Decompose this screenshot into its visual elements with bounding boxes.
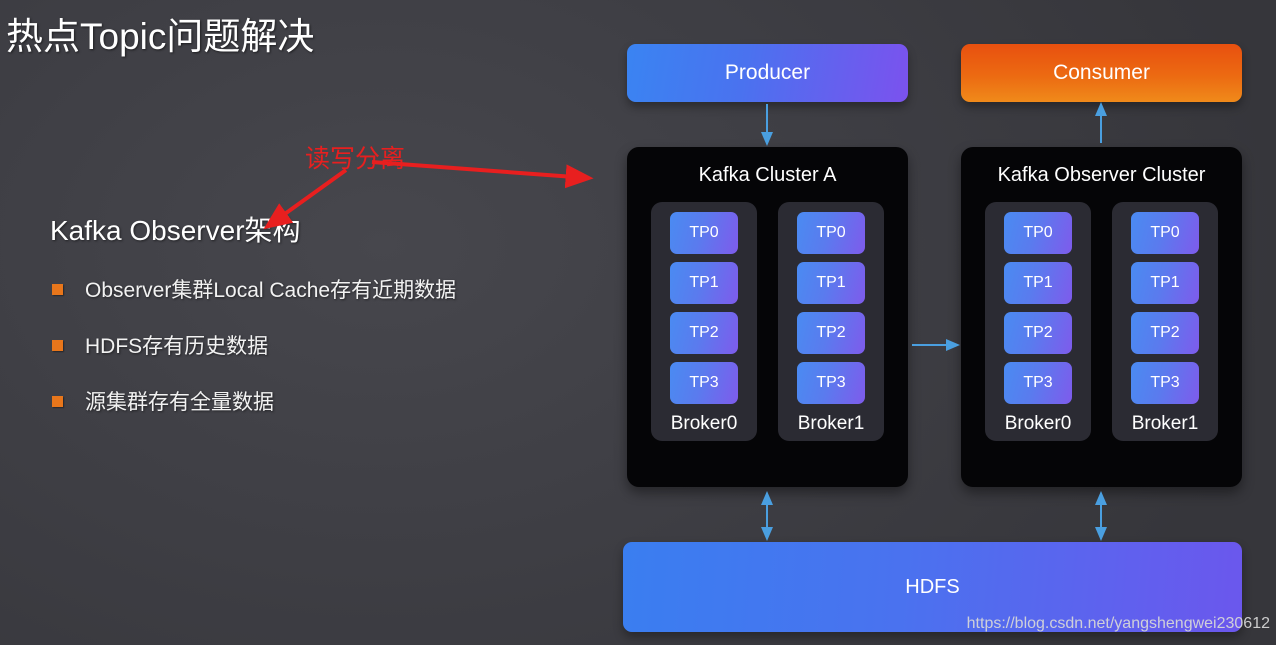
partition-box: TP0 [1004,212,1072,254]
producer-label: Producer [724,61,811,84]
broker-list: TP0 TP1 TP2 TP3 Broker0 TP0 TP1 TP2 TP3 … [627,202,908,441]
partition-box: TP0 [670,212,738,254]
list-item-label: HDFS存有历史数据 [85,335,269,358]
list-item-label: 源集群存有全量数据 [85,391,274,414]
partition-box: TP2 [670,312,738,354]
partition-box: TP3 [1131,362,1199,404]
broker-node: TP0 TP1 TP2 TP3 Broker1 [778,202,884,441]
list-item: Observer集群Local Cache存有近期数据 [52,274,456,304]
cluster-title: Kafka Observer Cluster [997,164,1206,186]
cluster-title: Kafka Cluster A [698,164,837,186]
slide-canvas: 热点Topic问题解决 Kafka Observer架构 Observer集群L… [0,0,1276,645]
hdfs-label: HDFS [905,575,960,598]
partition-box: TP0 [1131,212,1199,254]
producer-node: Producer [627,44,908,102]
watermark: https://blog.csdn.net/yangshengwei230612 [966,615,1270,632]
broker-node: TP0 TP1 TP2 TP3 Broker0 [651,202,757,441]
partition-box: TP2 [797,312,865,354]
partition-box: TP3 [670,362,738,404]
partition-box: TP1 [1131,262,1199,304]
section-heading: Kafka Observer架构 [50,215,301,246]
bullet-square-icon [52,339,63,351]
kafka-observer-cluster: Kafka Observer Cluster TP0 TP1 TP2 TP3 B… [961,147,1242,487]
consumer-label: Consumer [1053,61,1150,84]
list-item-label: Observer集群Local Cache存有近期数据 [85,279,457,302]
list-item: 源集群存有全量数据 [52,386,274,416]
broker-node: TP0 TP1 TP2 TP3 Broker1 [1112,202,1218,441]
broker-label: Broker1 [797,413,865,434]
broker-label: Broker1 [1131,413,1199,434]
partition-box: TP2 [1004,312,1072,354]
broker-list: TP0 TP1 TP2 TP3 Broker0 TP0 TP1 TP2 TP3 … [961,202,1242,441]
bullet-square-icon [52,283,63,295]
partition-box: TP2 [1131,312,1199,354]
page-title: 热点Topic问题解决 [6,16,315,57]
consumer-node: Consumer [961,44,1242,102]
kafka-cluster-a: Kafka Cluster A TP0 TP1 TP2 TP3 Broker0 … [627,147,908,487]
broker-label: Broker0 [670,413,738,434]
broker-label: Broker0 [1004,413,1072,434]
partition-box: TP3 [797,362,865,404]
partition-box: TP3 [1004,362,1072,404]
partition-box: TP1 [797,262,865,304]
partition-box: TP1 [1004,262,1072,304]
partition-box: TP1 [670,262,738,304]
list-item: HDFS存有历史数据 [52,330,268,360]
annotation-label: 读写分离 [305,145,406,173]
bullet-square-icon [52,395,63,407]
broker-node: TP0 TP1 TP2 TP3 Broker0 [985,202,1091,441]
partition-box: TP0 [797,212,865,254]
